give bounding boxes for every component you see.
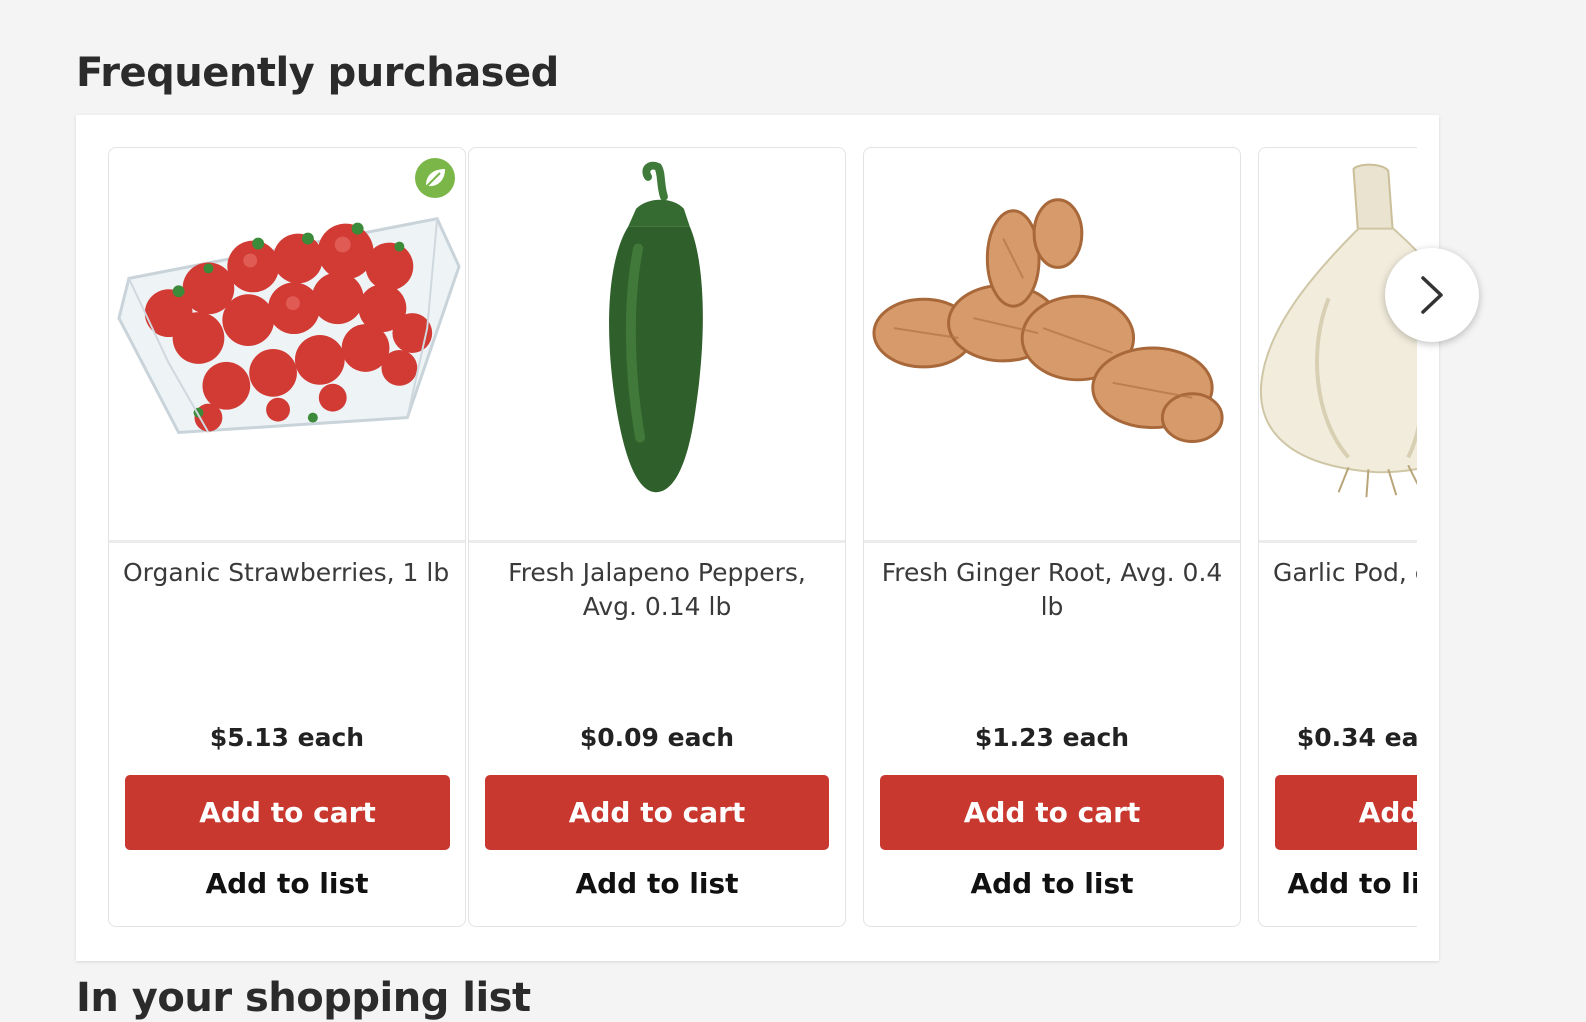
add-to-cart-button[interactable]: Add to cart [125, 775, 450, 850]
add-to-list-button[interactable]: Add to list [1259, 858, 1417, 908]
section-title-shopping-list: In your shopping list [76, 975, 531, 1021]
add-to-cart-button[interactable]: Add to cart [1275, 775, 1417, 850]
strawberries-image [117, 217, 461, 435]
garlic-image [1259, 163, 1417, 498]
product-price: $0.34 each [1296, 723, 1417, 752]
product-name[interactable]: Fresh Ginger Root, Avg. 0.4 lb [878, 556, 1226, 624]
carousel-next-button[interactable] [1385, 248, 1479, 342]
product-image[interactable] [1259, 148, 1417, 543]
add-to-list-button[interactable]: Add to list [864, 858, 1240, 908]
add-to-list-button[interactable]: Add to list [109, 858, 465, 908]
chevron-right-icon [1421, 276, 1443, 314]
carousel-track: Organic Strawberries, 1 lb $5.13 each Ad… [108, 147, 1417, 929]
add-to-cart-button[interactable]: Add to cart [880, 775, 1224, 850]
product-price: $0.09 each [579, 723, 735, 752]
product-name[interactable]: Fresh Jalapeno Peppers, Avg. 0.14 lb [483, 556, 831, 624]
section-title-frequently-purchased: Frequently purchased [76, 50, 559, 96]
add-to-list-button[interactable]: Add to list [469, 858, 845, 908]
product-image[interactable] [469, 148, 845, 543]
product-card[interactable]: Fresh Jalapeno Peppers, Avg. 0.14 lb $0.… [468, 147, 846, 927]
leaf-icon [425, 169, 445, 188]
product-card[interactable]: Organic Strawberries, 1 lb $5.13 each Ad… [108, 147, 466, 927]
product-card[interactable]: Fresh Ginger Root, Avg. 0.4 lb $1.23 eac… [863, 147, 1241, 927]
ginger-image [872, 198, 1224, 443]
organic-badge [415, 158, 455, 198]
product-image[interactable] [864, 148, 1240, 543]
frequently-purchased-carousel: Organic Strawberries, 1 lb $5.13 each Ad… [76, 115, 1439, 961]
jalapeno-image [609, 161, 703, 493]
add-to-cart-button[interactable]: Add to cart [485, 775, 829, 850]
product-name[interactable]: Organic Strawberries, 1 lb [123, 556, 451, 590]
product-name[interactable]: Garlic Pod, e [1273, 556, 1417, 590]
product-price: $5.13 each [209, 723, 365, 752]
product-image[interactable] [109, 148, 465, 543]
product-price: $1.23 each [974, 723, 1130, 752]
